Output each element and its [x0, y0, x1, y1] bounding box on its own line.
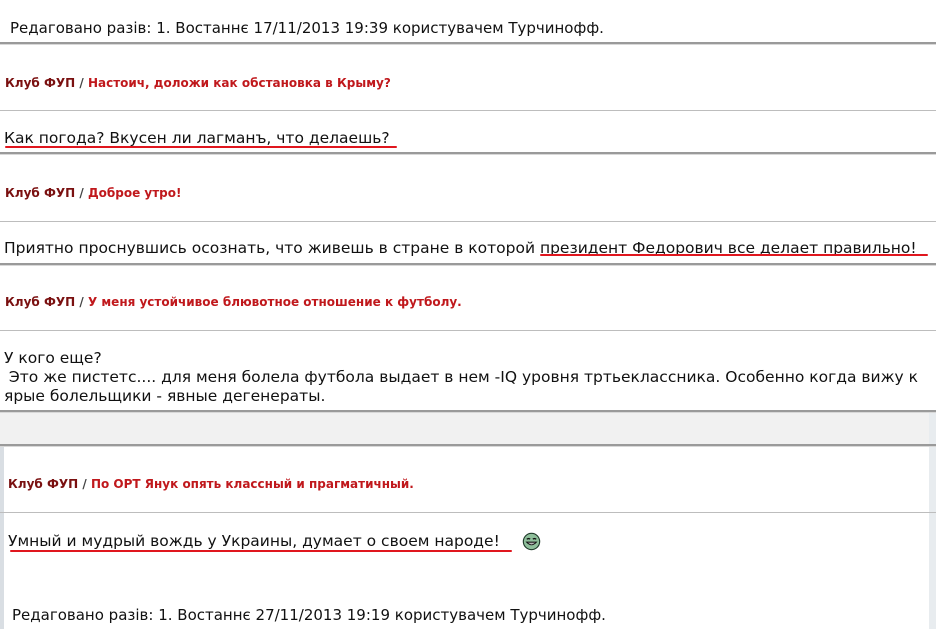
post-body-line: ярые болельщики - явные дегенераты. [4, 387, 326, 405]
club-link[interactable]: Клуб ФУП [8, 477, 78, 491]
red-underline [5, 146, 397, 148]
club-link[interactable]: Клуб ФУП [5, 295, 75, 309]
header-divider [0, 512, 936, 513]
header-divider [0, 330, 936, 331]
post-separator [0, 152, 936, 154]
post-separator [0, 410, 936, 412]
post-body-line: У кого еще? [4, 349, 102, 367]
header-divider [0, 110, 936, 111]
breadcrumb-separator: / [79, 295, 84, 309]
edit-note: Редаговано разів: 1. Востаннє 17/11/2013… [10, 19, 604, 37]
post-separator [0, 263, 936, 265]
breadcrumb-separator: / [82, 477, 87, 491]
topic-title-link[interactable]: Доброе утро! [88, 186, 182, 200]
topic-title-link[interactable]: Настоич, доложи как обстановка в Крыму? [88, 76, 391, 90]
topic-title-link[interactable]: У меня устойчивое блювотное отношение к … [88, 295, 462, 309]
left-panel-edge [0, 445, 4, 629]
post-separator [0, 444, 936, 446]
edit-note: Редаговано разів: 1. Востаннє 27/11/2013… [12, 606, 606, 624]
header-divider [0, 221, 936, 222]
breadcrumb-separator: / [79, 186, 84, 200]
post-body: У кого еще? Это же пистетс.... для меня … [4, 349, 934, 406]
topic-title-link[interactable]: По ОРТ Янук опять классный и прагматичны… [91, 477, 414, 491]
post-spacer-band [0, 413, 936, 445]
post-header: Клуб ФУП / У меня устойчивое блювотное о… [5, 295, 462, 309]
laughing-smiley-icon [522, 532, 541, 551]
club-link[interactable]: Клуб ФУП [5, 76, 75, 90]
breadcrumb-separator: / [79, 76, 84, 90]
post-header: Клуб ФУП / Настоич, доложи как обстановк… [5, 76, 391, 90]
post-header: Клуб ФУП / Доброе утро! [5, 186, 181, 200]
red-underline [540, 254, 928, 256]
club-link[interactable]: Клуб ФУП [5, 186, 75, 200]
post-body-line: Это же пистетс.... для меня болела футбо… [4, 368, 919, 386]
post-separator [0, 42, 936, 44]
red-underline [10, 550, 512, 552]
post-header: Клуб ФУП / По ОРТ Янук опять классный и … [8, 477, 414, 491]
post-body: Умный и мудрый вождь у Украины, думает о… [8, 532, 500, 550]
